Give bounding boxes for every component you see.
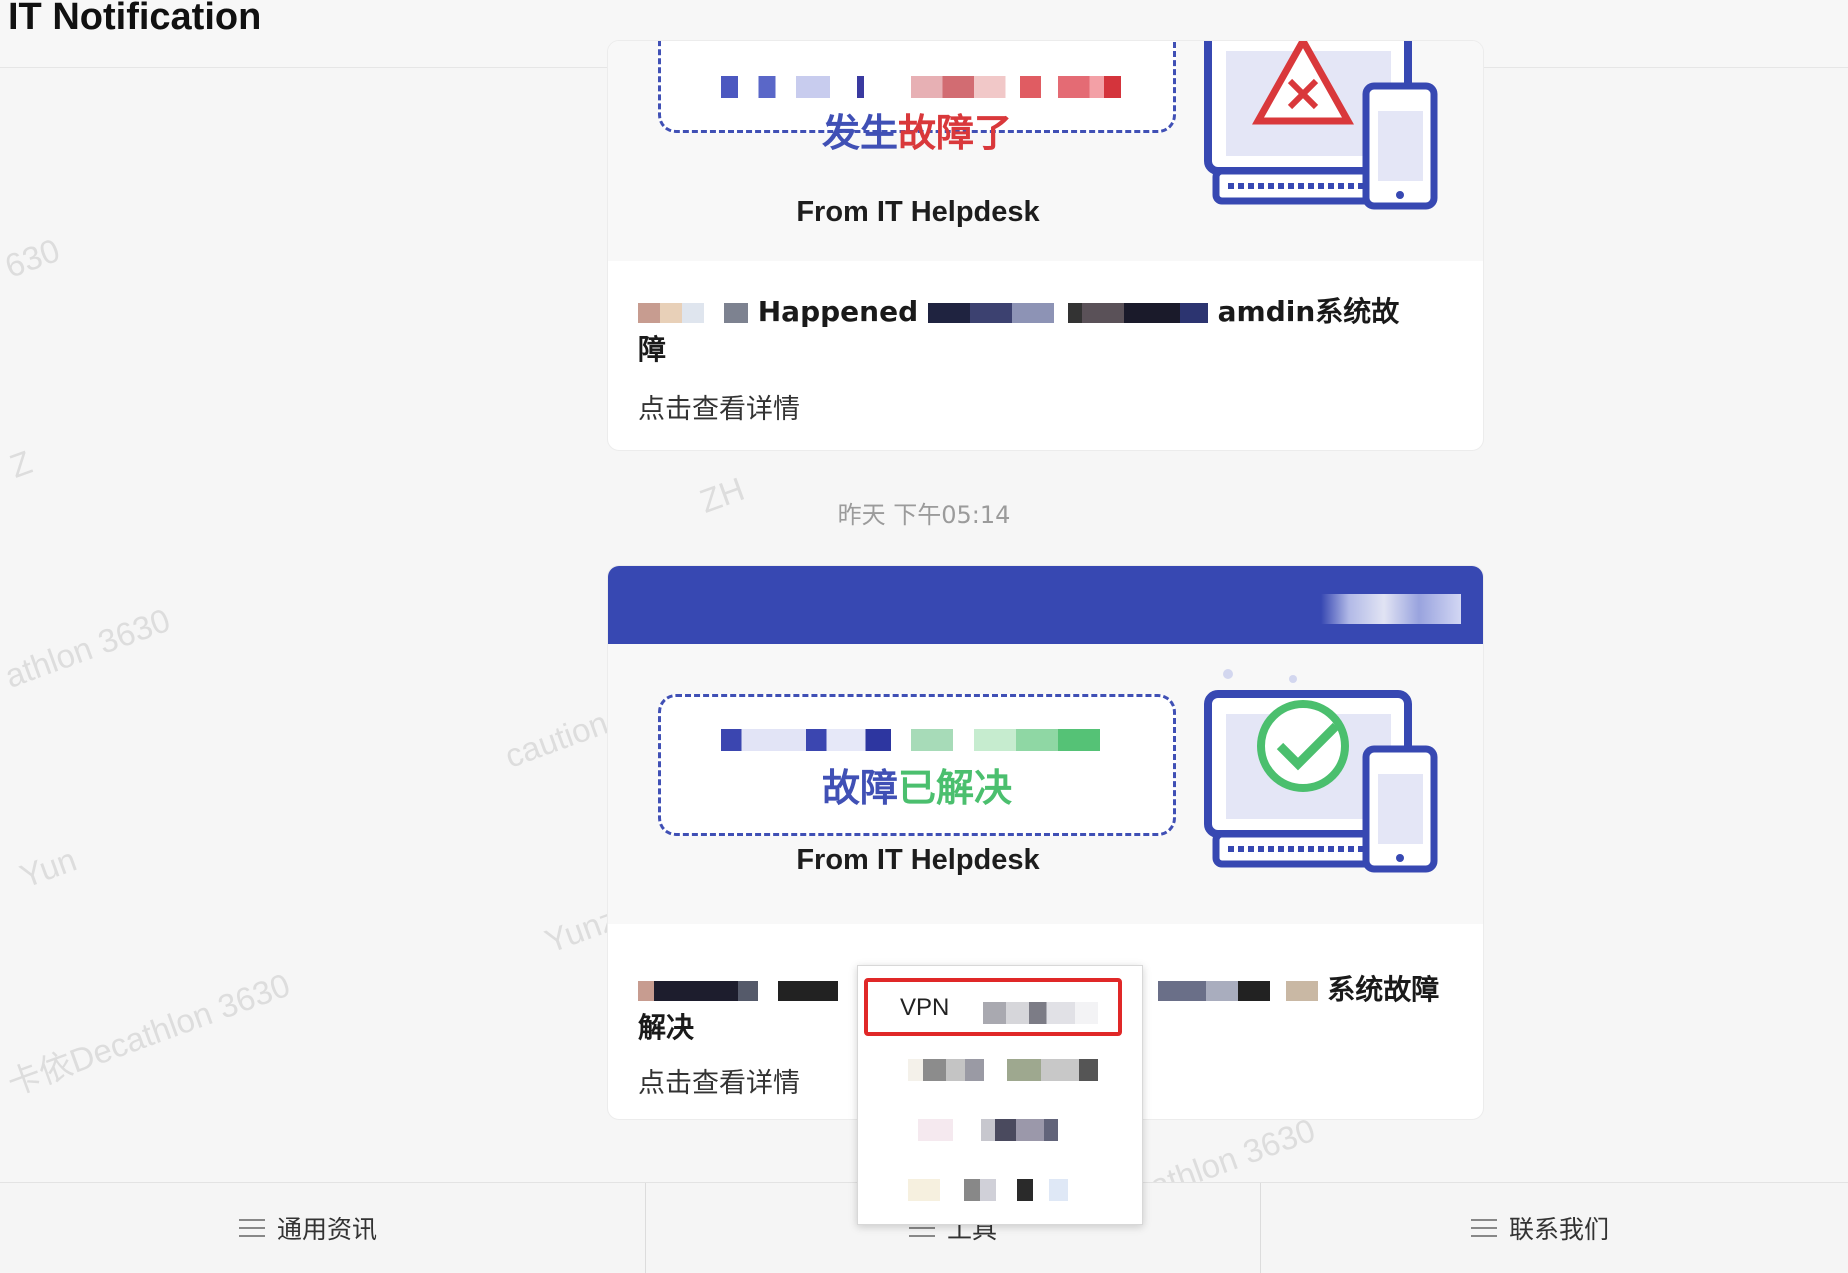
redacted-text	[908, 1179, 1068, 1201]
from-helpdesk: From IT Helpdesk	[796, 844, 1040, 876]
from-helpdesk: From IT Helpdesk	[796, 196, 1040, 228]
redacted-text	[721, 729, 891, 751]
card-header	[608, 566, 1483, 644]
redacted-text	[721, 76, 891, 98]
tools-popup-menu: VPN	[857, 965, 1143, 1225]
tab-label: 通用资讯	[276, 1215, 377, 1244]
redacted-text	[638, 303, 748, 323]
watermark: Z	[5, 443, 37, 485]
message-title: Happened amdin系统故 障	[638, 295, 1400, 366]
monitor-success-icon	[1198, 664, 1448, 884]
popup-menu-item[interactable]	[858, 1101, 1142, 1157]
popup-menu-item[interactable]	[858, 1161, 1142, 1217]
watermark: caution	[500, 703, 613, 775]
status-box: 故障已解决	[658, 694, 1176, 836]
menu-icon	[238, 1219, 265, 1237]
redacted-text	[1321, 594, 1461, 624]
view-details-link[interactable]: 点击查看详情	[638, 387, 800, 426]
redacted-text	[927, 303, 1208, 323]
popup-menu-item[interactable]	[858, 1041, 1142, 1097]
status-text: 发生故障了	[821, 111, 1013, 155]
status-box: 发生故障了	[658, 41, 1176, 155]
view-details-link[interactable]: 点击查看详情	[638, 1061, 800, 1100]
tab-contact-us[interactable]: 联系我们	[1232, 1183, 1848, 1273]
timestamp: 昨天 下午05:14	[837, 501, 1011, 529]
tab-general-info[interactable]: 通用资讯	[0, 1183, 616, 1273]
card-banner: 故障已解决 From IT Helpdesk	[608, 644, 1483, 924]
watermark: athlon 3630	[0, 601, 175, 695]
watermark: Yun	[15, 840, 82, 895]
redacted-text	[911, 729, 1121, 751]
highlight-box	[864, 978, 1122, 1036]
watermark: 卡依Decathlon 3630	[2, 965, 295, 1103]
tab-label: 联系我们	[1508, 1215, 1609, 1244]
status-text: 故障已解决	[821, 766, 1013, 810]
redacted-text	[908, 1059, 1098, 1081]
monitor-error-icon	[1198, 41, 1448, 231]
redacted-text	[638, 981, 838, 1001]
menu-icon	[1470, 1219, 1497, 1237]
page-title: IT Notification	[8, 0, 262, 38]
message-card[interactable]: 发生故障了 From IT Helpdesk Happened amdin系统故…	[607, 40, 1484, 451]
redacted-text	[918, 1119, 1058, 1141]
card-banner: 发生故障了 From IT Helpdesk	[608, 41, 1483, 261]
watermark: 630	[0, 231, 65, 285]
redacted-text	[911, 76, 1121, 98]
redacted-text	[1157, 981, 1318, 1001]
